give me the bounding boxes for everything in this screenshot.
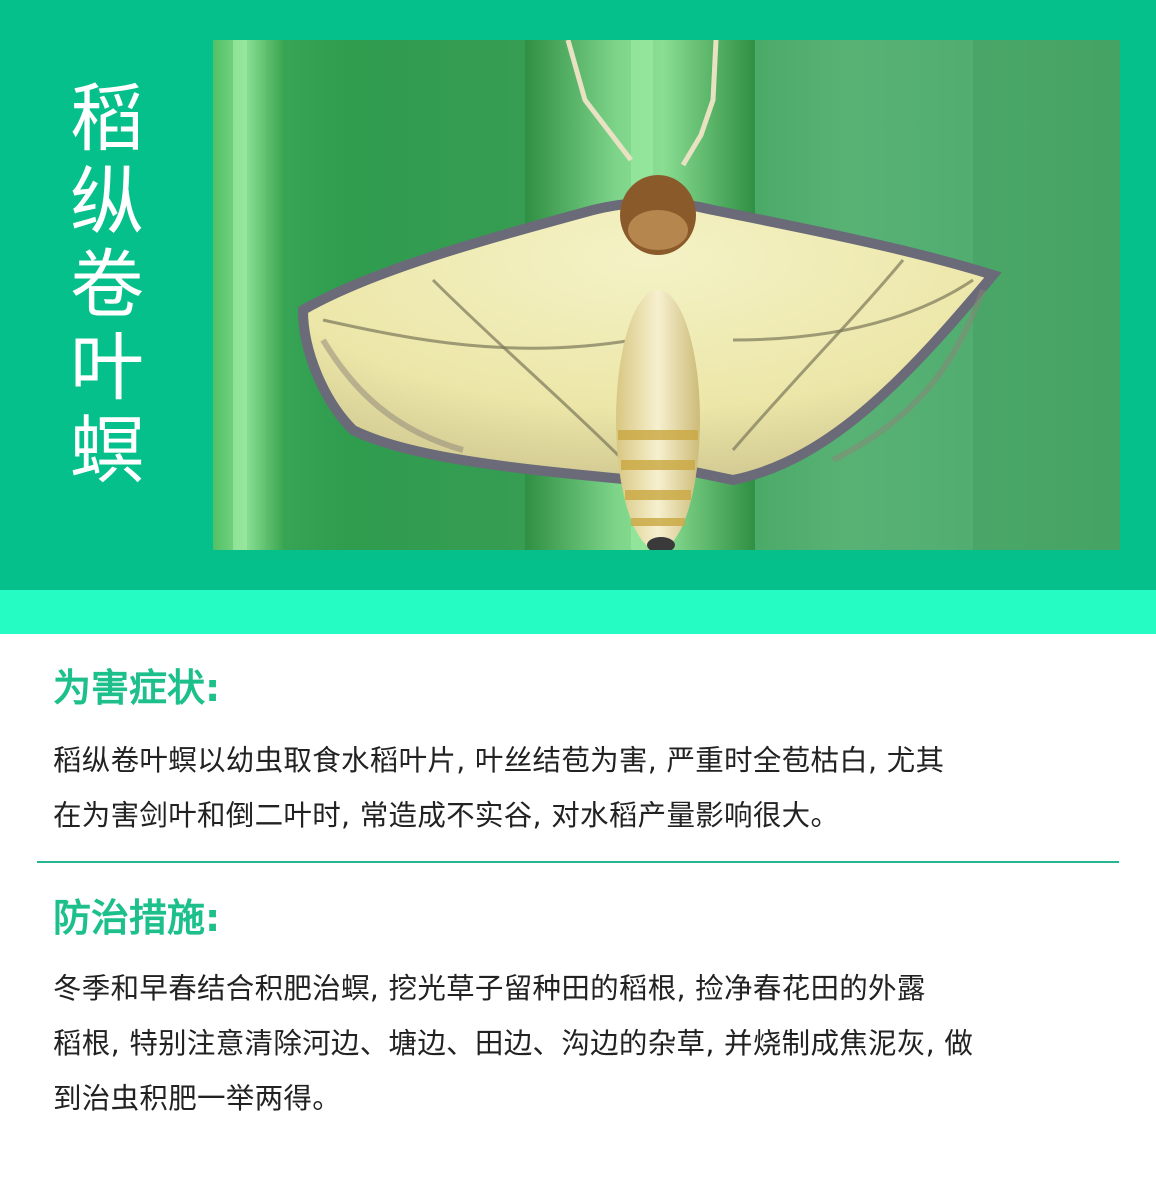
control-section: 防治措施: 冬季和早春结合积肥治螟, 挖光草子留种田的稻根, 捡净春花田的外露 … — [53, 895, 1113, 1126]
title-char: 稻 — [70, 76, 144, 162]
symptoms-heading: 为害症状: — [53, 666, 221, 710]
header-accent-strip — [0, 590, 1156, 634]
header-banner: 稻 纵 卷 叶 螟 — [0, 0, 1156, 590]
title-char: 纵 — [70, 159, 144, 245]
control-heading: 防治措施: — [53, 896, 221, 940]
control-line: 冬季和早春结合积肥治螟, 挖光草子留种田的稻根, 捡净春花田的外露 — [53, 972, 926, 1005]
symptoms-body: 稻纵卷叶螟以幼虫取食水稻叶片, 叶丝结苞为害, 严重时全苞枯白, 尤其 在为害剑… — [53, 733, 1113, 843]
control-line: 稻根, 特别注意清除河边、塘边、田边、沟边的杂草, 并烧制成焦泥灰, 做 — [53, 1027, 974, 1060]
title-char: 卷 — [70, 242, 144, 328]
symptoms-section: 为害症状: 稻纵卷叶螟以幼虫取食水稻叶片, 叶丝结苞为害, 严重时全苞枯白, 尤… — [53, 665, 1113, 843]
symptoms-line: 在为害剑叶和倒二叶时, 常造成不实谷, 对水稻产量影响很大。 — [53, 799, 840, 832]
title-char: 螟 — [70, 408, 144, 494]
section-divider — [37, 861, 1119, 863]
control-line: 到治虫积肥一举两得。 — [53, 1082, 342, 1115]
symptoms-line: 稻纵卷叶螟以幼虫取食水稻叶片, 叶丝结苞为害, 严重时全苞枯白, 尤其 — [53, 744, 945, 777]
moth-photo — [213, 40, 1120, 550]
control-body: 冬季和早春结合积肥治螟, 挖光草子留种田的稻根, 捡净春花田的外露 稻根, 特别… — [53, 961, 1113, 1126]
title-char: 叶 — [70, 325, 144, 411]
vertical-title: 稻 纵 卷 叶 螟 — [62, 78, 152, 493]
